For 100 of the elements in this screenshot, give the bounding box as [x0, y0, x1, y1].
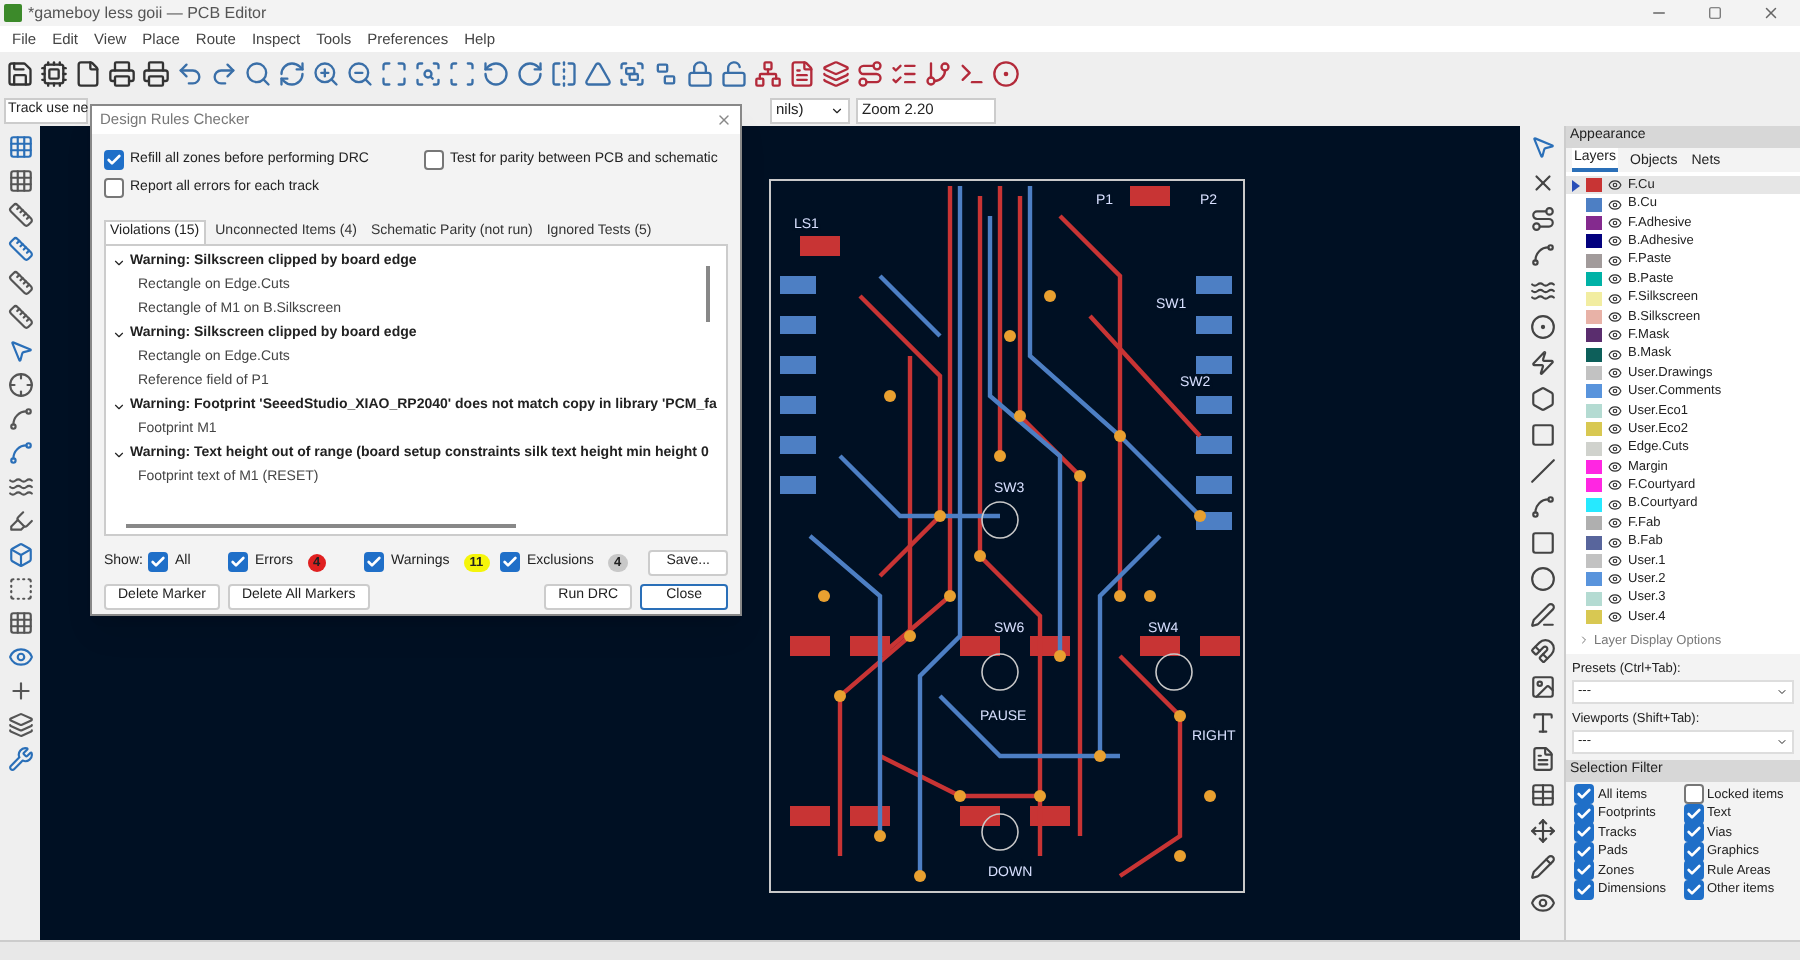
image-icon[interactable]	[1529, 674, 1555, 700]
layer-color-swatch[interactable]	[1586, 291, 1602, 306]
circle-icon[interactable]	[1529, 566, 1555, 592]
cross-icon[interactable]	[1529, 170, 1555, 196]
visibility-icon[interactable]	[1608, 422, 1622, 437]
close-icon[interactable]	[716, 112, 732, 128]
visibility-icon[interactable]	[1608, 253, 1622, 268]
visibility-icon[interactable]	[1608, 554, 1622, 568]
layer-color-swatch[interactable]	[1586, 478, 1602, 493]
tools-icon[interactable]	[7, 746, 33, 772]
visibility-icon[interactable]	[1608, 272, 1622, 287]
checkbox[interactable]	[1574, 803, 1594, 824]
zoom-objects-icon[interactable]	[414, 59, 442, 87]
layer-stack-icon[interactable]	[822, 59, 850, 87]
checkbox[interactable]	[1683, 803, 1703, 824]
visibility-icon[interactable]	[1608, 347, 1622, 362]
rotate-left-icon[interactable]	[482, 59, 510, 87]
table-icon[interactable]	[1529, 782, 1555, 808]
visibility-icon[interactable]	[1608, 328, 1622, 343]
checkbox[interactable]	[1683, 841, 1703, 862]
layer-color-swatch[interactable]	[1586, 384, 1602, 399]
checkbox[interactable]	[500, 552, 521, 572]
layer-color-swatch[interactable]	[1586, 441, 1602, 456]
visibility-icon[interactable]	[1608, 197, 1622, 212]
visibility-icon[interactable]	[1608, 441, 1622, 456]
visibility-icon[interactable]	[1608, 309, 1622, 324]
checkbox[interactable]	[1683, 784, 1703, 805]
arc-icon[interactable]	[1529, 494, 1555, 520]
layer-color-swatch[interactable]	[1586, 591, 1602, 606]
visibility-icon[interactable]	[1608, 291, 1622, 306]
terminal-icon[interactable]	[958, 59, 986, 87]
search-icon[interactable]	[244, 59, 272, 87]
zoom-out-icon[interactable]	[346, 59, 374, 87]
checkbox[interactable]	[104, 150, 124, 171]
layer-color-swatch[interactable]	[1586, 347, 1602, 362]
checkbox[interactable]	[228, 552, 249, 572]
grid-icon[interactable]	[7, 134, 33, 160]
layer-color-swatch[interactable]	[1586, 215, 1602, 230]
zoom-in-icon[interactable]	[312, 59, 340, 87]
text-icon[interactable]	[1529, 710, 1555, 736]
checkbox[interactable]	[1683, 879, 1703, 900]
layer-color-swatch[interactable]	[1586, 422, 1602, 437]
layer-color-swatch[interactable]	[1586, 516, 1602, 531]
refresh-icon[interactable]	[278, 59, 306, 87]
visibility-icon[interactable]	[1608, 178, 1622, 193]
chip-icon[interactable]	[40, 59, 68, 87]
layer-color-swatch[interactable]	[1586, 554, 1602, 568]
layer-color-swatch[interactable]	[1586, 535, 1602, 550]
unlock-icon[interactable]	[720, 59, 748, 87]
checkbox[interactable]	[1574, 784, 1594, 805]
layer-color-swatch[interactable]	[1586, 572, 1602, 587]
visibility-icon[interactable]	[1608, 516, 1622, 531]
layer-color-swatch[interactable]	[1586, 403, 1602, 418]
line-icon[interactable]	[1529, 458, 1555, 484]
checkbox[interactable]	[104, 177, 124, 198]
rectangle-icon[interactable]	[1529, 530, 1555, 556]
select-icon[interactable]	[1529, 134, 1555, 160]
visibility-icon[interactable]	[1608, 460, 1622, 475]
checklist-icon[interactable]	[890, 59, 918, 87]
checkbox[interactable]	[1683, 822, 1703, 843]
checkbox[interactable]	[1574, 879, 1594, 900]
horizontal-scrollbar[interactable]	[126, 524, 516, 528]
layer-color-swatch[interactable]	[1586, 178, 1602, 193]
vertical-scrollbar[interactable]	[706, 266, 710, 322]
cursor-icon[interactable]	[7, 338, 33, 364]
layer-color-swatch[interactable]	[1586, 610, 1602, 625]
layer-color-swatch[interactable]	[1586, 497, 1602, 512]
visibility-icon[interactable]	[1608, 366, 1622, 381]
layer-color-swatch[interactable]	[1586, 309, 1602, 324]
layer-color-swatch[interactable]	[1586, 272, 1602, 287]
lock-icon[interactable]	[686, 59, 714, 87]
visibility-icon[interactable]	[1608, 591, 1622, 606]
rotate-right-icon[interactable]	[516, 59, 544, 87]
visibility-icon[interactable]	[1608, 384, 1622, 399]
checkbox[interactable]	[1574, 860, 1594, 881]
visibility-icon[interactable]	[1608, 535, 1622, 550]
checkbox[interactable]	[1683, 860, 1703, 881]
close-icon[interactable]	[1762, 4, 1780, 22]
checkbox[interactable]	[364, 552, 385, 572]
layer-color-swatch[interactable]	[1586, 253, 1602, 268]
print-icon[interactable]	[108, 59, 136, 87]
maximize-icon[interactable]	[1708, 6, 1722, 20]
visibility-icon[interactable]	[1608, 215, 1622, 230]
save-icon[interactable]	[6, 59, 34, 87]
checkbox[interactable]	[424, 150, 444, 171]
visibility-icon[interactable]	[1608, 610, 1622, 625]
layer-color-swatch[interactable]	[1586, 460, 1602, 475]
visibility-icon[interactable]	[1608, 403, 1622, 418]
layer-color-swatch[interactable]	[1586, 197, 1602, 212]
via-icon[interactable]	[1529, 314, 1555, 340]
visibility-icon[interactable]	[1608, 478, 1622, 493]
visibility-icon[interactable]	[1608, 572, 1622, 587]
redo-icon[interactable]	[210, 59, 238, 87]
layer-color-swatch[interactable]	[1586, 234, 1602, 249]
checkbox[interactable]	[148, 552, 169, 572]
layer-icon[interactable]	[7, 712, 33, 738]
checkbox[interactable]	[1574, 822, 1594, 843]
netlist-icon[interactable]	[754, 59, 782, 87]
page-icon[interactable]	[74, 59, 102, 87]
checkbox[interactable]	[1574, 841, 1594, 862]
